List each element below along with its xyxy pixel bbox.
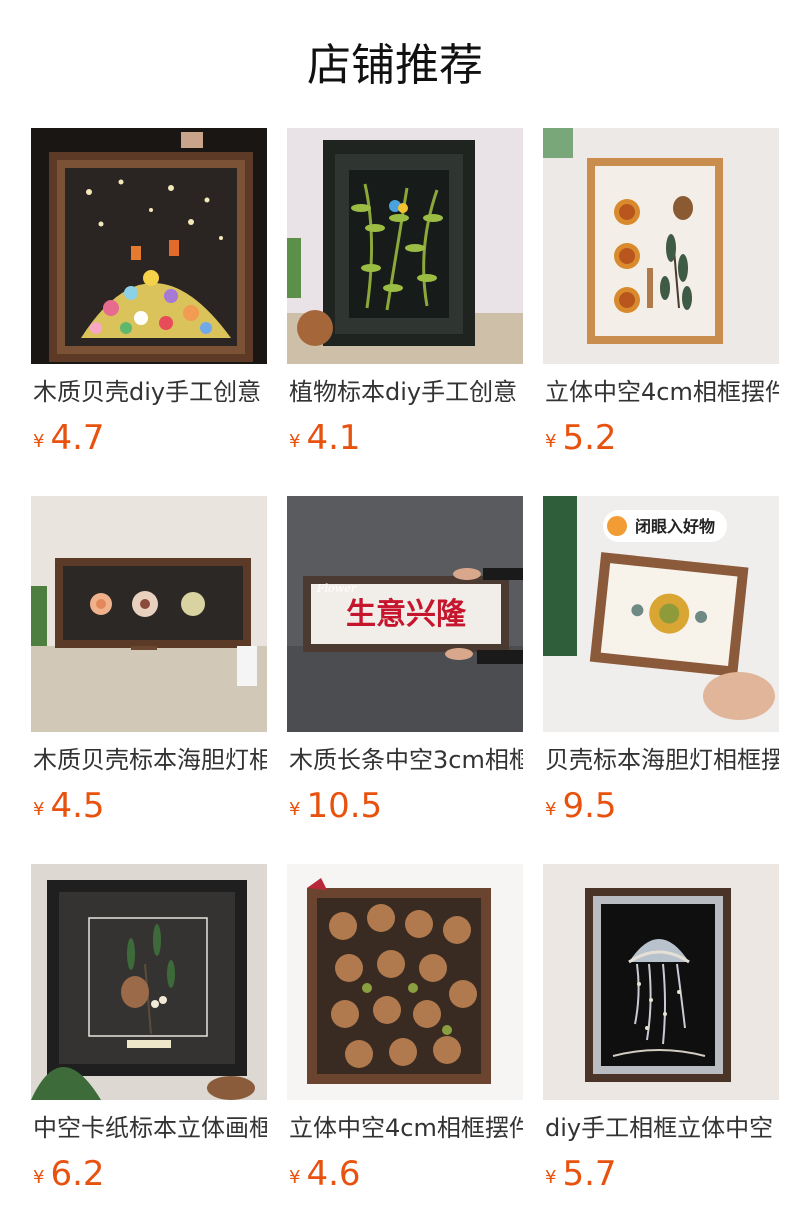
product-name[interactable]: 立体中空4cm相框摆件 (545, 376, 779, 408)
product-name[interactable]: 中空卡纸标本立体画框 (33, 1112, 267, 1144)
product-card[interactable]: 木质贝壳diy手工创意 ¥4.7 (31, 128, 267, 478)
flower-watermark: Flower (316, 582, 357, 595)
product-card[interactable]: 闭眼入好物 贝壳标本海胆灯相框摆件 ¥9.5 (543, 496, 779, 846)
product-price: ¥4.7 (33, 418, 105, 458)
currency-symbol: ¥ (289, 1167, 301, 1188)
price-value: 4.1 (306, 418, 361, 458)
currency-symbol: ¥ (545, 1167, 557, 1188)
currency-symbol: ¥ (33, 799, 45, 820)
product-price: ¥4.6 (289, 1154, 361, 1194)
product-price: ¥4.5 (33, 786, 105, 826)
price-value: 5.2 (562, 418, 617, 458)
product-name[interactable]: 贝壳标本海胆灯相框摆件 (545, 744, 779, 776)
product-card[interactable]: 生意兴隆 Flower 木质长条中空3cm相框 ¥10.5 (287, 496, 523, 846)
product-price: ¥9.5 (545, 786, 617, 826)
price-value: 4.5 (50, 786, 105, 826)
currency-symbol: ¥ (289, 799, 301, 820)
shop-recommend-page: 店铺推荐 木质贝壳diy手工创意 ¥ 4.7 植物标本diy手工创意 ¥ 4.1… (0, 0, 790, 1232)
product-image-pinecone-branch-frame[interactable] (31, 864, 267, 1100)
currency-symbol: ¥ (33, 431, 45, 452)
currency-symbol: ¥ (33, 1167, 45, 1188)
badge-text: 闭眼入好物 (635, 517, 715, 536)
product-price: ¥10.5 (289, 786, 382, 826)
product-name[interactable]: diy手工相框立体中空 (545, 1112, 779, 1144)
product-image-fern-specimen-frame[interactable] (287, 128, 523, 364)
product-name[interactable]: 木质贝壳diy手工创意 (33, 376, 267, 408)
calligraphy-text: 生意兴隆 (346, 597, 467, 632)
product-name[interactable]: 木质长条中空3cm相框 (289, 744, 523, 776)
product-card[interactable]: 立体中空4cm相框摆件 ¥4.6 (287, 864, 523, 1214)
product-card[interactable]: 中空卡纸标本立体画框 ¥6.2 (31, 864, 267, 1214)
price-value: 10.5 (306, 786, 383, 826)
product-image-jellyfish-shell-frame[interactable] (543, 864, 779, 1100)
product-image-sea-urchin-specimen-frame[interactable]: 闭眼入好物 (543, 496, 779, 732)
product-name[interactable]: 立体中空4cm相框摆件 (289, 1112, 523, 1144)
product-card[interactable]: diy手工相框立体中空 ¥5.7 (543, 864, 779, 1214)
price-value: 5.7 (562, 1154, 617, 1194)
product-price: ¥5.7 (545, 1154, 617, 1194)
product-card[interactable]: 木质贝壳标本海胆灯相框 ¥4.5 (31, 496, 267, 846)
product-image-red-flower-calligraphy-frame[interactable]: 生意兴隆 Flower (287, 496, 523, 732)
price-value: 6.2 (50, 1154, 105, 1194)
product-image-little-prince-flower-frame[interactable] (31, 128, 267, 364)
currency-symbol: ¥ (545, 431, 557, 452)
product-card[interactable]: 立体中空4cm相框摆件 ¥5.2 (543, 128, 779, 478)
product-name[interactable]: 植物标本diy手工创意 (289, 376, 523, 408)
currency-symbol: ¥ (545, 799, 557, 820)
price-value: 4.7 (50, 418, 105, 458)
product-image-pinecone-box-frame[interactable] (287, 864, 523, 1100)
price-value: 4.6 (306, 1154, 361, 1194)
section-title: 店铺推荐 (307, 40, 483, 91)
currency-symbol: ¥ (289, 431, 301, 452)
product-price: ¥6.2 (33, 1154, 105, 1194)
product-card[interactable]: 植物标本diy手工创意 ¥4.1 (287, 128, 523, 478)
price-value: 9.5 (562, 786, 617, 826)
product-image-dried-citrus-pine-frame[interactable] (543, 128, 779, 364)
product-name[interactable]: 木质贝壳标本海胆灯相框 (33, 744, 267, 776)
product-price: ¥4.1 (289, 418, 361, 458)
product-image-sea-urchin-shell-long-frame[interactable] (31, 496, 267, 732)
product-price: ¥5.2 (545, 418, 617, 458)
